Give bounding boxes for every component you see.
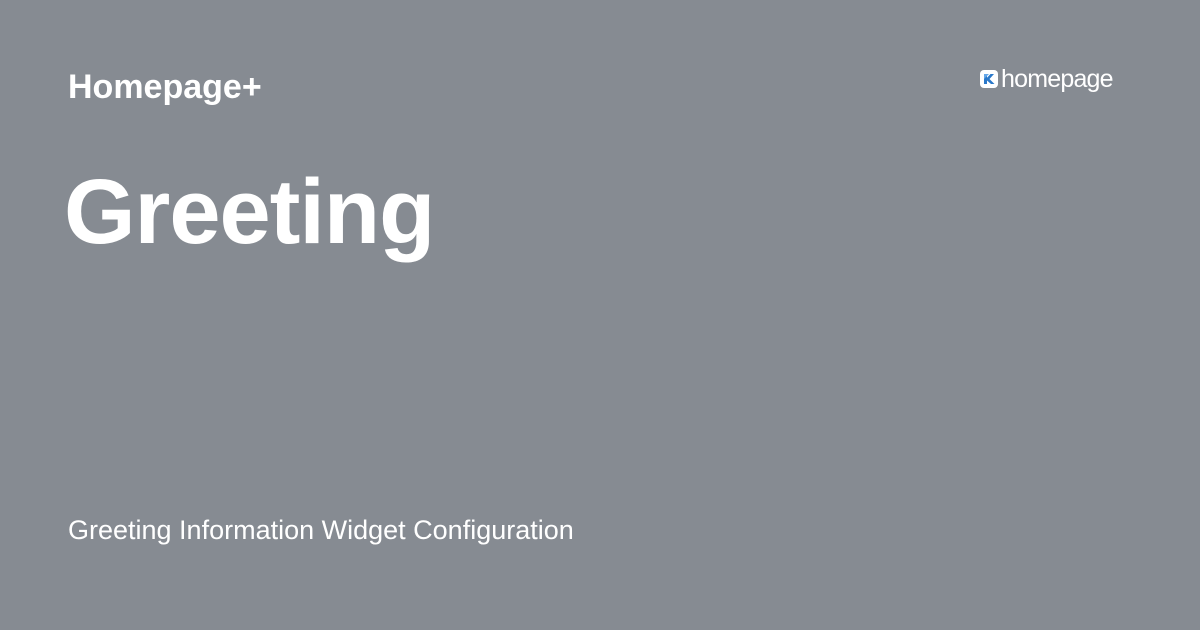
logo-wordmark: homepage [1001, 65, 1114, 93]
homepage-logo-icon [980, 70, 998, 88]
product-name: Homepage+ [68, 68, 262, 106]
social-card: Homepage+ homepage Greeting Greeting Inf… [0, 0, 1200, 630]
page-subtitle: Greeting Information Widget Configuratio… [68, 515, 574, 545]
brand-logo: homepage [980, 64, 1114, 94]
page-title: Greeting [64, 161, 435, 263]
